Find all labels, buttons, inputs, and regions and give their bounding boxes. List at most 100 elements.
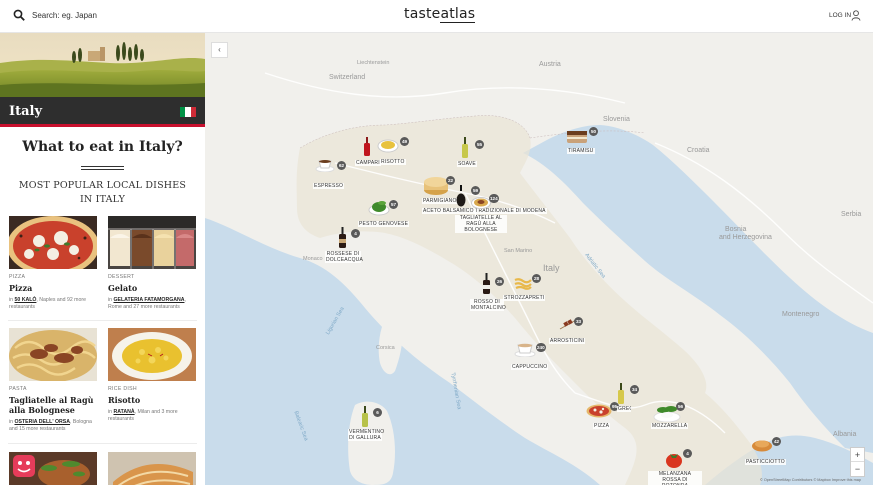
zoom-out-button[interactable]: − [851,462,864,476]
dish-photo[interactable] [108,452,196,485]
marker-label[interactable]: VERMENTINO DI GALLURA [348,429,384,441]
card-row-divider [8,320,197,321]
marker-label[interactable]: PARMIGIANO [422,198,458,204]
restaurant-link[interactable]: RATANÀ [113,409,134,415]
marker-count-badge: 240 [536,343,546,352]
risotto-photo[interactable] [108,328,196,381]
dish-card-pizza[interactable]: PIZZA Pizza in 50 KALÒ, Naples and 92 mo… [9,216,98,311]
geo-label: Slovenia [603,116,630,123]
map-marker-rosso-montalcino[interactable] [482,273,491,300]
marker-count-badge: 49 [400,137,409,146]
marker-label[interactable]: SOAVE [457,161,477,167]
geo-label: Italy [543,263,560,273]
marker-label[interactable]: GRECO DI TUFO [617,406,631,412]
wine-bottle-icon [462,137,468,158]
site-logo[interactable]: tasteatlas [404,6,476,23]
map-marker-espresso[interactable] [315,158,335,177]
dish-card-gelato[interactable]: DESSERT Gelato in GELATERIA FATAMORGANA,… [108,216,197,311]
geo-label: Serbia [841,211,862,218]
marker-label[interactable]: MOZZARELLA [651,423,689,429]
user-icon[interactable] [851,10,861,21]
country-title-bar: Italy [0,97,205,127]
geo-label: Liechtenstein [357,60,390,66]
map-marker-risotto[interactable] [377,137,399,158]
marker-label[interactable]: TAGLIATELLE AL RAGÙ ALLA BOLOGNESE [455,215,507,233]
dish-card-tagliatelle[interactable]: PASTA Tagliatelle al Ragù alla Bolognese… [9,328,98,433]
zoom-control: + − [850,447,865,477]
map-marker-cappuccino[interactable] [514,342,536,362]
zoom-in-button[interactable]: + [851,448,864,462]
logo-accent: atlas [440,6,476,23]
pastry-icon [752,440,772,452]
marker-label[interactable]: ROSSESE DI DOLCEACQUA [325,251,363,263]
map-marker-tiramisu[interactable] [565,127,589,150]
map-marker-campari[interactable] [363,137,371,162]
restaurant-link[interactable]: 50 KALÒ [14,297,36,303]
pizza-photo[interactable] [9,216,97,269]
marker-label[interactable]: RISOTTO [380,159,406,165]
marker-count-badge: 124 [489,194,499,203]
login-link[interactable]: LOG IN [829,12,851,19]
marker-label[interactable]: TIRAMISU [567,148,595,154]
marker-label[interactable]: CAMPARI [355,160,381,166]
collapse-sidebar-button[interactable]: ‹ [211,42,228,58]
flag-stripe-red [190,107,196,117]
restaurant-link[interactable]: GELATERIA FATAMORGANA [113,297,184,303]
dish-card-risotto[interactable]: RICE DISH Risotto in RATANÀ, Milan and 3… [108,328,197,423]
marker-label[interactable]: PESTO GENOVESE [358,221,410,227]
dish-name[interactable]: Pizza [9,283,98,293]
eggplant-icon [666,454,682,468]
marker-label[interactable]: ESPRESSO [313,183,345,189]
map-marker-pesto[interactable] [368,198,390,221]
dish-category: RICE DISH [108,386,137,392]
dish-photo[interactable] [9,452,97,485]
geo-label: Corsica [376,345,395,351]
geo-label: Albania [833,431,857,438]
dish-category: PASTA [9,386,27,392]
marker-count-badge: 55 [475,140,484,149]
marker-count-badge: 26 [495,277,504,286]
map-marker-tagliatelle[interactable] [471,195,491,214]
italy-flag-icon [180,107,196,117]
dish-restaurants: in GELATERIA FATAMORGANA, Rome and 27 mo… [108,297,197,311]
logo-main: taste [404,6,441,22]
map-view[interactable]: Switzerland Liechtenstein Austria Sloven… [205,33,873,485]
map-marker-rossese[interactable] [338,227,347,254]
card-row-divider [8,443,197,444]
marker-count-badge: 42 [772,437,781,446]
map-attribution-text[interactable]: © OpenStreetMap Contributors © Mapbox Im… [760,478,861,482]
marker-label[interactable]: CAPPUCCINO [511,364,549,370]
map-marker-soave[interactable] [461,137,469,164]
marker-label[interactable]: ROSSO DI MONTALCINO [470,299,506,311]
dish-card-partial-left[interactable] [9,452,98,485]
geo-label: Monaco [303,256,323,262]
dish-name[interactable]: Tagliatelle al Ragù alla Bolognese [9,395,98,415]
gelato-photo[interactable] [108,216,196,269]
map-marker-pizza[interactable] [586,404,612,423]
dish-name[interactable]: Risotto [108,395,197,405]
geo-label: Montenegro [782,311,820,318]
marker-count-badge: 62 [337,161,346,170]
dish-restaurants: in RATANÀ, Milan and 3 more restaurants [108,409,197,423]
tagliatelle-photo[interactable] [9,328,97,381]
marker-count-badge: 4 [351,229,360,238]
map-marker-pasticciotto[interactable] [751,438,773,457]
search-icon[interactable] [13,9,26,22]
geo-label: Bosnia [725,226,747,233]
marker-label[interactable]: MELANZANA ROSSA DI ROTONDA [648,471,702,485]
dish-category: DESSERT [108,274,135,280]
dish-name[interactable]: Gelato [108,283,197,293]
geo-label: and Herzegovina [719,234,772,241]
marker-label[interactable]: PASTICCIOTTO [745,459,786,465]
white-wine-bottle-icon [362,406,368,427]
pasta-plate-icon [471,197,491,209]
restaurant-link[interactable]: OSTERIA DELL' ORSA [14,419,70,425]
marker-label[interactable]: PIZZA [593,423,611,429]
map-marker-strozzapreti[interactable] [513,276,533,295]
country-sidebar: Italy What to eat in Italy? MOST POPULAR… [0,33,205,485]
pizza-icon [586,404,612,418]
marker-label[interactable]: STROZZAPRETI [503,295,546,301]
search-input[interactable]: Search: eg. Japan [32,11,97,20]
dish-card-partial-right[interactable] [108,452,197,485]
marker-label[interactable]: ARROSTICINI [549,338,586,344]
